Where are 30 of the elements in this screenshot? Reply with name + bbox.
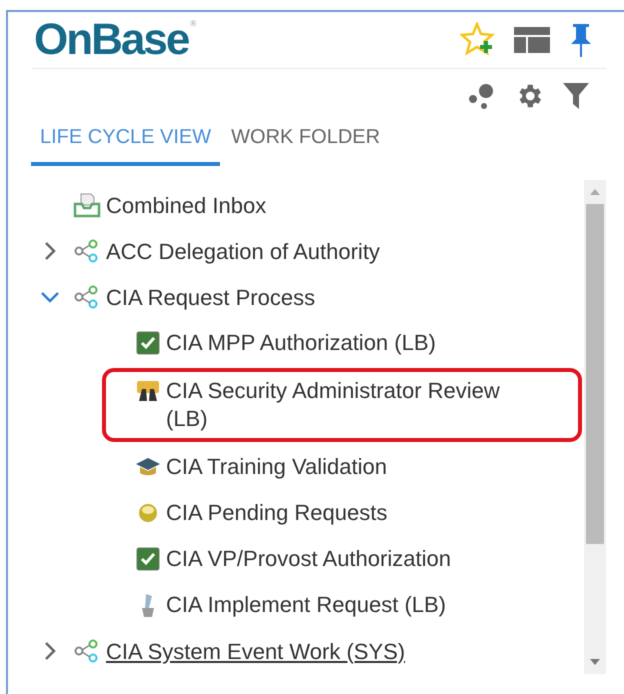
tree-item[interactable]: CIA Training Validation [166,453,387,481]
star-plus-icon[interactable] [460,22,496,58]
tree-item[interactable]: ACC Delegation of Authority [106,234,380,268]
coin-icon [137,502,159,524]
workflow-icon [74,639,100,663]
tree-item[interactable]: CIA Request Process [106,280,316,314]
logo: OnBase [34,18,188,62]
checkbox-icon [136,331,160,355]
tree-item[interactable]: CIA Security Administrator Review (LB) [166,377,526,433]
scrollbar-thumb[interactable] [586,204,604,544]
workflow-icon [74,285,100,309]
tab[interactable]: WORK FOLDER [222,122,390,166]
dots-icon[interactable] [468,82,496,110]
workflow-icon [74,239,100,263]
layout-icon[interactable] [514,26,550,53]
tree-item[interactable]: CIA VP/Provost Authorization [166,545,451,573]
tree-item[interactable]: CIA System Event Work (SYS) [106,634,406,668]
binoculars-icon [136,379,160,403]
tree-item[interactable]: CIA MPP Authorization (LB) [166,329,436,357]
chevron-down-icon[interactable] [40,290,60,304]
tree-item[interactable]: Combined Inbox [106,188,266,222]
checkbox-icon [136,547,160,571]
chevron-right-icon[interactable] [43,241,57,261]
logo-mark: ® [190,18,196,30]
inbox-icon [73,192,101,218]
tree-item[interactable]: CIA Implement Request (LB) [166,591,446,619]
chevron-right-icon[interactable] [43,641,57,661]
tree-item[interactable]: CIA Pending Requests [166,499,388,527]
scrollbar[interactable] [584,180,606,674]
filter-icon[interactable] [562,81,590,112]
